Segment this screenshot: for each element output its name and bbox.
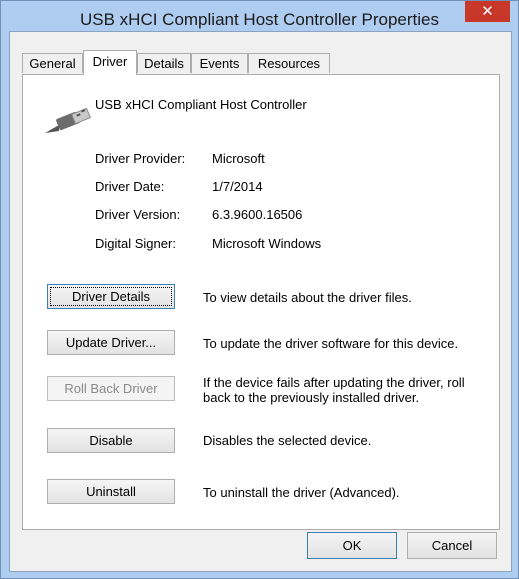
driver-provider-value: Microsoft xyxy=(212,151,265,166)
driver-version-label: Driver Version: xyxy=(95,207,181,222)
close-button[interactable]: ✕ xyxy=(465,1,510,22)
usb-connector-icon xyxy=(45,107,91,133)
tab-general[interactable]: General xyxy=(22,53,83,73)
tab-driver[interactable]: Driver xyxy=(83,50,137,75)
uninstall-description: To uninstall the driver (Advanced). xyxy=(203,485,400,500)
properties-window: USB xHCI Compliant Host Controller Prope… xyxy=(0,0,519,579)
digital-signer-value: Microsoft Windows xyxy=(212,236,322,251)
tab-resources[interactable]: Resources xyxy=(248,53,330,73)
driver-tab-panel: USB xHCI Compliant Host Controller Drive… xyxy=(22,74,500,530)
device-name: USB xHCI Compliant Host Controller xyxy=(95,97,307,112)
cancel-button[interactable]: Cancel xyxy=(407,532,497,559)
disable-button[interactable]: Disable xyxy=(47,428,175,453)
ok-button[interactable]: OK xyxy=(307,532,397,559)
driver-version-value: 6.3.9600.16506 xyxy=(212,207,303,222)
tab-details[interactable]: Details xyxy=(137,53,191,73)
roll-back-driver-description: If the device fails after updating the d… xyxy=(203,375,465,405)
digital-signer-label: Digital Signer: xyxy=(95,236,176,251)
roll-back-driver-button[interactable]: Roll Back Driver xyxy=(47,376,175,401)
tab-events[interactable]: Events xyxy=(191,53,248,73)
driver-date-label: Driver Date: xyxy=(95,179,165,194)
driver-date-value: 1/7/2014 xyxy=(212,179,263,194)
disable-description: Disables the selected device. xyxy=(203,433,372,448)
driver-provider-label: Driver Provider: xyxy=(95,151,186,166)
uninstall-button[interactable]: Uninstall xyxy=(47,479,175,504)
update-driver-description: To update the driver software for this d… xyxy=(203,336,459,351)
update-driver-button[interactable]: Update Driver... xyxy=(47,330,175,355)
driver-details-description: To view details about the driver files. xyxy=(203,290,412,305)
driver-details-button[interactable]: Driver Details xyxy=(47,284,175,309)
dialog-client-area: General Driver Details Events Resources … xyxy=(9,31,512,572)
